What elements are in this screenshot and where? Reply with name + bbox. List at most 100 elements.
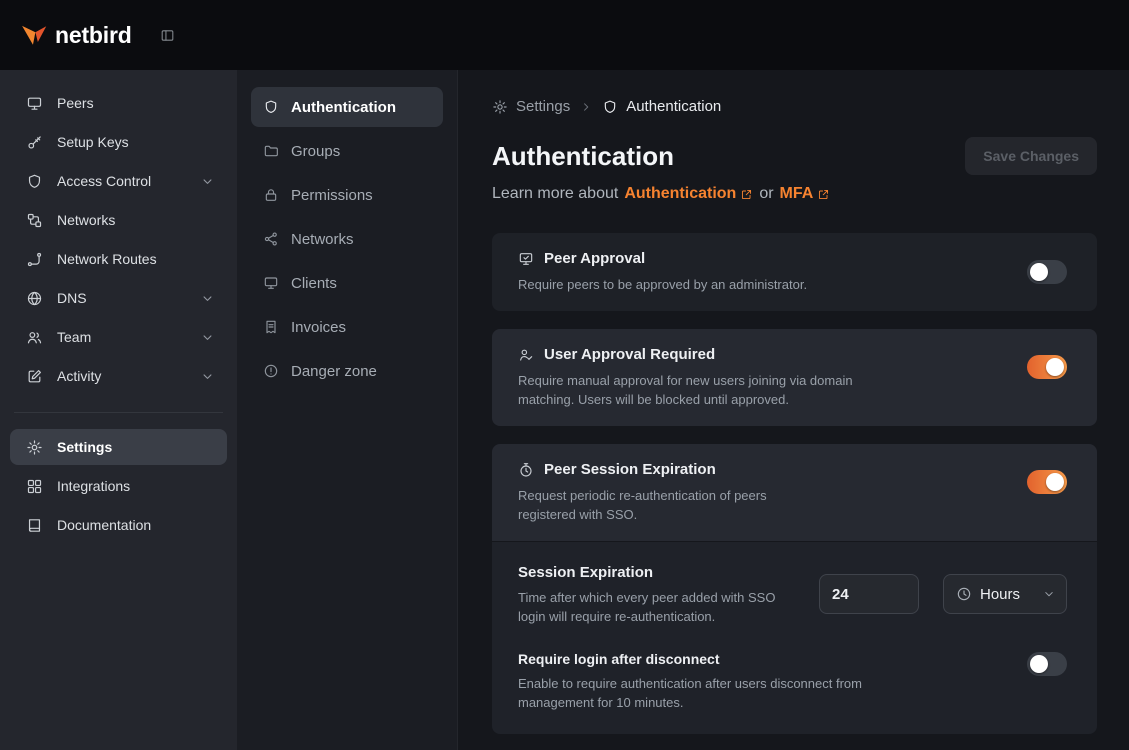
- gear-icon: [492, 99, 508, 115]
- session-expiration-header: Peer Session Expiration Request periodic…: [492, 444, 1097, 541]
- network-flow-icon: [26, 212, 43, 229]
- sidebar-item-label: Integrations: [57, 478, 130, 494]
- invoice-icon: [263, 319, 279, 335]
- sidebar-item-network-routes[interactable]: Network Routes: [10, 241, 227, 277]
- authentication-docs-link[interactable]: Authentication: [624, 185, 753, 203]
- breadcrumb-authentication[interactable]: Authentication: [602, 98, 721, 115]
- subnav-item-groups[interactable]: Groups: [251, 131, 443, 171]
- relogin-title: Require login after disconnect: [518, 648, 1027, 670]
- relogin-toggle[interactable]: [1027, 652, 1067, 676]
- sidebar-item-networks[interactable]: Networks: [10, 202, 227, 238]
- monitor-check-icon: [518, 251, 534, 267]
- sidebar-item-documentation[interactable]: Documentation: [10, 507, 227, 543]
- route-icon: [26, 251, 43, 268]
- primary-sidebar: Peers Setup Keys Access Control Networks…: [0, 70, 237, 750]
- sidebar-item-label: Peers: [57, 95, 94, 111]
- sidebar-item-settings[interactable]: Settings: [10, 429, 227, 465]
- save-changes-button[interactable]: Save Changes: [965, 137, 1097, 175]
- shield-icon: [26, 173, 43, 190]
- session-expiration-title: Peer Session Expiration: [544, 459, 716, 481]
- page-title: Authentication: [492, 141, 674, 172]
- key-icon: [26, 134, 43, 151]
- settings-subnav: Authentication Groups Permissions Networ…: [237, 70, 458, 750]
- learn-more-prefix: Learn more about: [492, 185, 618, 203]
- breadcrumb: Settings Authentication: [492, 98, 1097, 115]
- subnav-item-label: Groups: [291, 143, 340, 160]
- session-expiration-toggle[interactable]: [1027, 470, 1067, 494]
- subnav-item-authentication[interactable]: Authentication: [251, 87, 443, 127]
- subnav-item-networks[interactable]: Networks: [251, 219, 443, 259]
- subnav-item-label: Invoices: [291, 319, 346, 336]
- sidebar-item-label: Setup Keys: [57, 134, 129, 150]
- sidebar-item-peers[interactable]: Peers: [10, 85, 227, 121]
- chevron-down-icon: [200, 330, 215, 345]
- sidebar-item-team[interactable]: Team: [10, 319, 227, 355]
- book-icon: [26, 517, 43, 534]
- peer-approval-description: Require peers to be approved by an admin…: [518, 275, 1071, 294]
- subnav-item-permissions[interactable]: Permissions: [251, 175, 443, 215]
- session-expiration-description: Request periodic re-authentication of pe…: [518, 486, 818, 524]
- grid-icon: [26, 478, 43, 495]
- chevron-down-icon: [200, 174, 215, 189]
- netbird-bird-icon: [20, 21, 48, 49]
- session-expiration-card: Peer Session Expiration Request periodic…: [492, 444, 1097, 734]
- session-duration-title: Session Expiration: [518, 562, 819, 584]
- subnav-item-invoices[interactable]: Invoices: [251, 307, 443, 347]
- sidebar-item-label: Networks: [57, 212, 115, 228]
- share-nodes-icon: [263, 231, 279, 247]
- subnav-item-label: Danger zone: [291, 363, 377, 380]
- subnav-item-label: Clients: [291, 275, 337, 292]
- sidebar-item-label: Team: [57, 329, 91, 345]
- monitor-icon: [26, 95, 43, 112]
- user-approval-card: User Approval Required Require manual ap…: [492, 329, 1097, 426]
- edit-icon: [26, 368, 43, 385]
- sidebar-item-label: Activity: [57, 368, 101, 384]
- monitor-icon: [263, 275, 279, 291]
- breadcrumb-settings[interactable]: Settings: [492, 98, 570, 115]
- subnav-item-clients[interactable]: Clients: [251, 263, 443, 303]
- subnav-item-label: Authentication: [291, 99, 396, 116]
- brand-name: netbird: [55, 22, 132, 49]
- sidebar-item-setup-keys[interactable]: Setup Keys: [10, 124, 227, 160]
- user-check-icon: [518, 347, 534, 363]
- peer-approval-title: Peer Approval: [544, 248, 645, 270]
- learn-more-line: Learn more about Authentication or MFA: [492, 185, 1097, 203]
- globe-icon: [26, 290, 43, 307]
- sidebar-item-access-control[interactable]: Access Control: [10, 163, 227, 199]
- timer-icon: [518, 462, 534, 478]
- shield-icon: [263, 99, 279, 115]
- sidebar-divider: [14, 412, 223, 413]
- external-link-icon: [740, 188, 753, 201]
- learn-more-conjunction: or: [759, 185, 773, 203]
- relogin-description: Enable to require authentication after u…: [518, 674, 918, 712]
- chevron-down-icon: [200, 369, 215, 384]
- users-icon: [26, 329, 43, 346]
- sidebar-item-label: DNS: [57, 290, 87, 306]
- external-link-icon: [817, 188, 830, 201]
- netbird-logo[interactable]: netbird: [20, 21, 132, 49]
- folder-icon: [263, 143, 279, 159]
- sidebar-item-activity[interactable]: Activity: [10, 358, 227, 394]
- gear-icon: [26, 439, 43, 456]
- user-approval-toggle[interactable]: [1027, 355, 1067, 379]
- alert-circle-icon: [263, 363, 279, 379]
- user-approval-title: User Approval Required: [544, 344, 715, 366]
- sidebar-item-integrations[interactable]: Integrations: [10, 468, 227, 504]
- sidebar-item-label: Documentation: [57, 517, 151, 533]
- sidebar-collapse-icon[interactable]: [160, 28, 175, 43]
- sidebar-item-dns[interactable]: DNS: [10, 280, 227, 316]
- lock-icon: [263, 187, 279, 203]
- peer-approval-toggle[interactable]: [1027, 260, 1067, 284]
- mfa-docs-link[interactable]: MFA: [780, 185, 831, 203]
- shield-icon: [602, 99, 618, 115]
- subnav-item-danger-zone[interactable]: Danger zone: [251, 351, 443, 391]
- session-expiration-input[interactable]: [819, 574, 919, 614]
- sidebar-item-label: Network Routes: [57, 251, 157, 267]
- subnav-item-label: Networks: [291, 231, 354, 248]
- unit-selected-value: Hours: [980, 586, 1020, 603]
- main-content: Settings Authentication Authentication S…: [458, 70, 1129, 750]
- session-expiration-unit-select[interactable]: Hours: [943, 574, 1067, 614]
- chevron-right-icon: [579, 100, 593, 114]
- peer-approval-card: Peer Approval Require peers to be approv…: [492, 233, 1097, 311]
- top-bar: netbird: [0, 0, 1129, 70]
